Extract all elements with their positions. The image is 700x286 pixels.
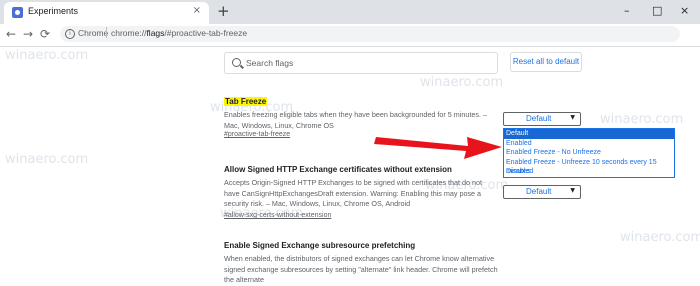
red-arrow-icon (374, 137, 502, 159)
